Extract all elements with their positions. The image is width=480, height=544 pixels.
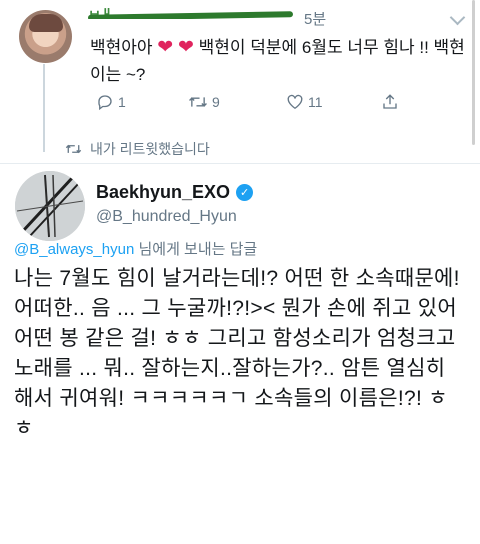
username-handle[interactable]: @B_hundred_Hyun [96,208,237,226]
retweet-icon [189,97,207,107]
reply-context: @B_always_hyun 님에게 보내는 답글 [14,241,258,258]
display-name[interactable]: Baekhyun_EXO ✓ [96,182,254,203]
retweet-icon [65,144,82,154]
reply-icon [98,95,112,111]
tweet-actions: 1 9 11 [96,93,476,117]
heart-emoji: ❤ [157,37,174,58]
chevron-down-icon[interactable] [449,9,466,26]
avatar[interactable] [19,10,72,63]
share-button[interactable] [381,93,399,111]
redaction-scribble [88,11,293,19]
mention-link[interactable]: @B_always_hyun [14,241,134,258]
verified-badge-icon: ✓ [236,184,254,201]
tweet-text: 백현아아 ❤ ❤ 백현이 덕분에 6월도 너무 힘나 !! 백현이는 ~? [90,37,465,84]
quoted-tweet[interactable]: ㅂㅐ 5분 백현아아 ❤ ❤ 백현이 덕분에 6월도 너무 힘나 !! 백현이는… [0,0,480,165]
tweet-text: 나는 7월도 힘이 날거라는데!? 어떤 한 소속때문에! 어떠한.. 음 ..… [14,267,460,440]
heart-icon [287,94,303,110]
thread-line [43,64,45,152]
avatar[interactable] [15,171,85,241]
redacted-username[interactable]: ㅂㅐ [88,5,293,19]
divider [0,163,480,164]
reply-button[interactable]: 1 [96,93,126,111]
like-button[interactable]: 11 [286,93,323,110]
share-icon [383,94,397,109]
timestamp: 5분 [304,11,327,28]
avatar-image [15,171,85,241]
retweet-button[interactable]: 9 [188,93,220,111]
retweeted-indicator: 내가 리트윗했습니다 [65,139,210,159]
heart-emoji: ❤ [177,37,194,58]
